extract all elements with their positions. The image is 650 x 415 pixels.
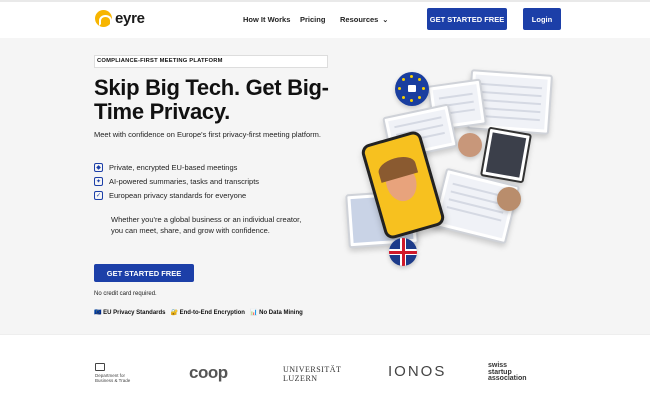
eu-star — [418, 78, 421, 81]
person-face — [381, 159, 421, 205]
logo-university-luzern: UNIVERSITÄT LUZERN — [283, 365, 341, 383]
hero-get-started-button[interactable]: GET STARTED FREE — [94, 264, 194, 282]
logo[interactable]: eyre — [95, 10, 145, 27]
ui-row — [479, 98, 541, 106]
avatar-man — [497, 187, 521, 211]
feature-text: AI-powered summaries, tasks and transcri… — [109, 176, 260, 186]
uk-flag-icon — [389, 238, 417, 266]
eyre-logo-icon — [95, 10, 112, 27]
avatar-woman — [458, 133, 482, 157]
feature-item: ✓ European privacy standards for everyon… — [94, 188, 334, 202]
chevron-down-icon: ⌄ — [382, 17, 389, 24]
lock-icon — [408, 85, 416, 92]
eu-star — [410, 99, 413, 102]
logo-uni-line: LUZERN — [283, 374, 318, 383]
nav-resources-label: Resources — [340, 15, 379, 24]
uk-cross-horizontal — [389, 250, 417, 254]
logo-ionos: IONOS — [388, 363, 447, 380]
logo-uni-line: UNIVERSITÄT — [283, 365, 342, 374]
eu-flag-icon — [395, 72, 429, 106]
badge-no-data-mining: 📊 No Data Mining — [249, 310, 303, 316]
nav-resources[interactable]: Resources ⌄ — [340, 15, 388, 24]
eu-star — [418, 96, 421, 99]
hero-headline: Skip Big Tech. Get Big-Time Privacy. — [94, 75, 329, 124]
ui-row — [478, 106, 541, 114]
ui-row — [438, 92, 473, 100]
ui-row — [477, 114, 540, 122]
badge-eu-privacy: 🇪🇺 EU Privacy Standards — [94, 310, 166, 316]
eu-star — [422, 87, 425, 90]
logo-text: eyre — [115, 10, 145, 27]
feature-item: ◆ Private, encrypted EU-based meetings — [94, 160, 334, 174]
ui-row — [480, 82, 543, 90]
shield-icon: ◆ — [94, 162, 103, 172]
eu-star — [398, 87, 401, 90]
eu-star — [410, 75, 413, 78]
login-button[interactable]: Login — [523, 8, 561, 30]
video-grid-image — [479, 126, 533, 184]
feature-text: Private, encrypted EU-based meetings — [109, 162, 238, 172]
logo-coop: coop — [189, 363, 228, 382]
sparkle-icon: ✦ — [94, 176, 103, 186]
feature-list: ◆ Private, encrypted EU-based meetings ✦… — [94, 160, 334, 202]
logo-swiss-line: association — [488, 375, 527, 382]
eu-star — [402, 96, 405, 99]
check-icon: ✓ — [94, 190, 103, 200]
logo-dbt-line: Business & Trade — [95, 378, 131, 383]
logo-swiss-startup: swiss startup association — [488, 362, 527, 383]
no-card-note: No credit card required. — [94, 291, 157, 297]
badge-encryption: 🔐 End-to-End Encryption — [170, 310, 245, 316]
partner-logos: Department for Business & Trade coop UNI… — [0, 334, 650, 415]
crest-icon — [95, 363, 105, 371]
ui-row — [479, 90, 542, 98]
hero-subheading: Meet with confidence on Europe's first p… — [94, 130, 321, 139]
nav-how-it-works[interactable]: How It Works — [243, 15, 290, 24]
app-screen — [485, 132, 527, 178]
feature-item: ✦ AI-powered summaries, tasks and transc… — [94, 174, 334, 188]
header-get-started-button[interactable]: GET STARTED FREE — [427, 8, 507, 30]
feature-text: European privacy standards for everyone — [109, 190, 247, 200]
hero-tag: COMPLIANCE-FIRST MEETING PLATFORM — [94, 55, 328, 68]
eu-star — [402, 78, 405, 81]
site-header: eyre How It Works Pricing Resources ⌄ GET… — [0, 2, 650, 38]
trust-badges: 🇪🇺 EU Privacy Standards 🔐 End-to-End Enc… — [94, 309, 303, 316]
hero-description: Whether you're a global business or an i… — [111, 215, 302, 235]
nav-pricing[interactable]: Pricing — [300, 15, 325, 24]
logo-dbt: Department for Business & Trade — [95, 363, 130, 383]
